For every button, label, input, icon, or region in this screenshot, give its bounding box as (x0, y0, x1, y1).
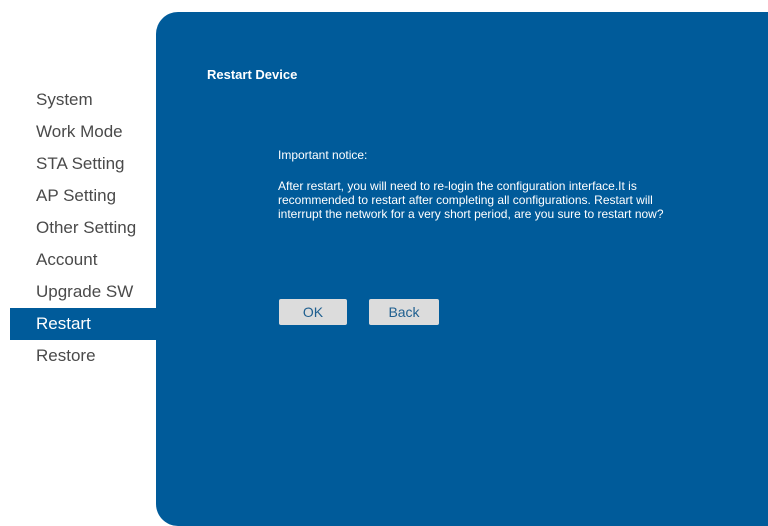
ok-button[interactable]: OK (279, 299, 347, 325)
sidebar-item-other-setting[interactable]: Other Setting (10, 212, 156, 244)
notice-heading: Important notice: (278, 148, 368, 162)
back-button[interactable]: Back (369, 299, 439, 325)
sidebar-item-restart[interactable]: Restart (10, 308, 156, 340)
sidebar-item-restore[interactable]: Restore (10, 340, 156, 372)
sidebar-item-system[interactable]: System (10, 84, 156, 116)
notice-body: After restart, you will need to re-login… (278, 179, 664, 221)
page-title: Restart Device (207, 67, 298, 82)
sidebar-item-upgrade-sw[interactable]: Upgrade SW (10, 276, 156, 308)
sidebar-item-ap-setting[interactable]: AP Setting (10, 180, 156, 212)
sidebar-item-account[interactable]: Account (10, 244, 156, 276)
sidebar-nav: System Work Mode STA Setting AP Setting … (10, 84, 156, 372)
main-panel: Restart Device Important notice: After r… (156, 12, 768, 526)
sidebar-item-work-mode[interactable]: Work Mode (10, 116, 156, 148)
sidebar-item-sta-setting[interactable]: STA Setting (10, 148, 156, 180)
